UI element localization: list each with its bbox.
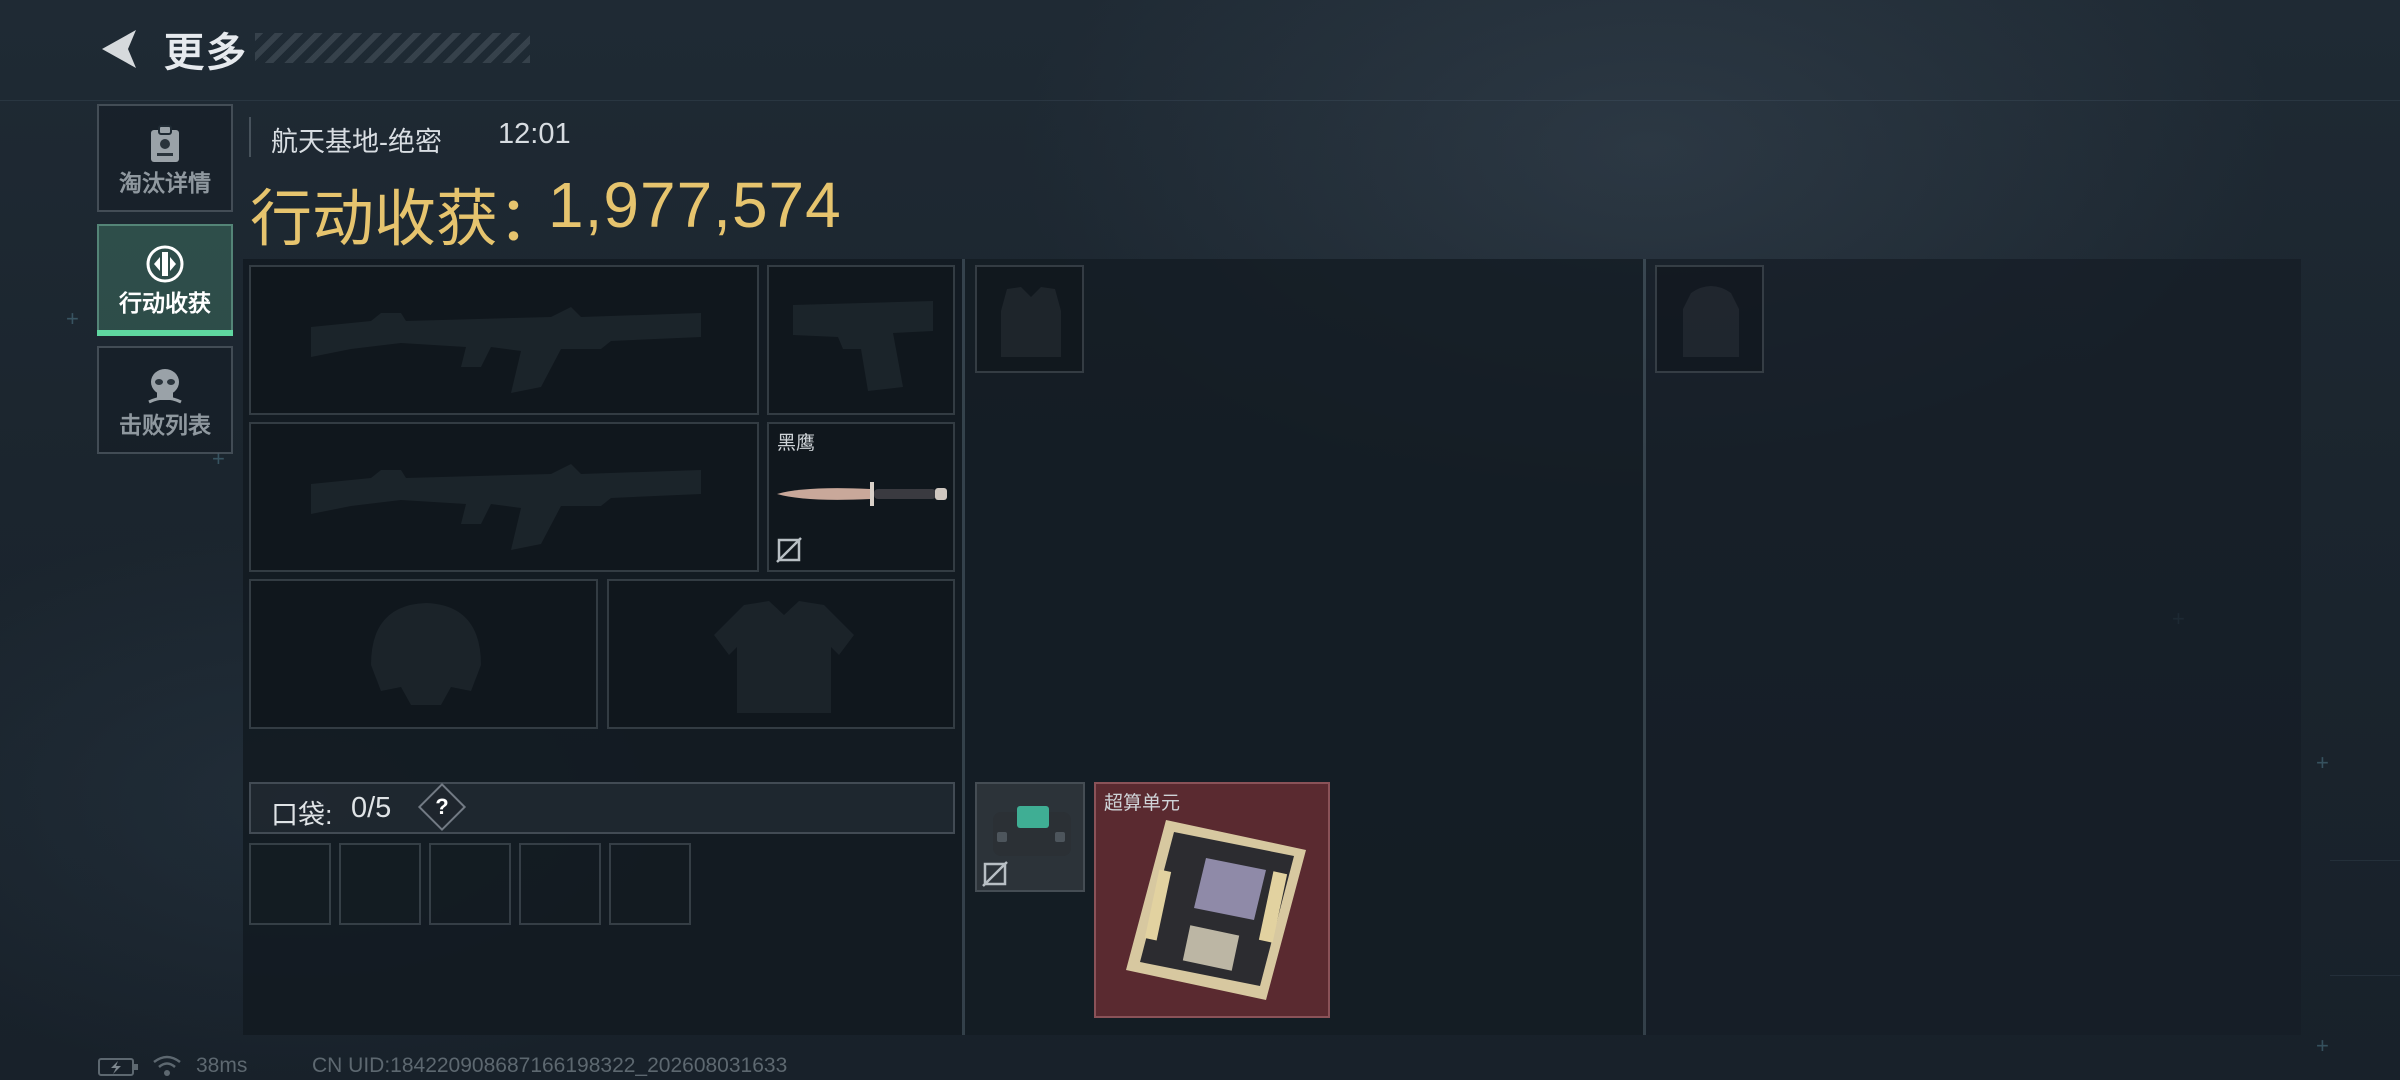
help-icon: ?	[435, 794, 449, 819]
tab-label: 淘汰详情	[119, 170, 211, 196]
melee-slot[interactable]: 黑鹰	[767, 422, 955, 572]
active-tab-indicator	[97, 330, 233, 336]
circuit-board-icon	[1126, 820, 1306, 1000]
player-uid: CN UID:18422090868716619832​2_2026080316…	[312, 1054, 788, 1077]
decor-cross-icon: +	[2316, 1033, 2329, 1058]
pocket-slot[interactable]	[609, 843, 691, 925]
pocket-slot[interactable]	[249, 843, 331, 925]
match-time: 12:01	[498, 118, 571, 150]
knife-icon	[777, 482, 947, 506]
melee-name: 黑鹰	[777, 433, 816, 454]
divider	[249, 117, 251, 157]
decor-cross-icon: +	[66, 306, 79, 331]
tab-operation-haul[interactable]: 行动收获	[97, 224, 233, 336]
skull-icon	[148, 369, 182, 404]
tab-defeat-list[interactable]: 击败列表	[97, 346, 233, 454]
primary-weapon-slot[interactable]	[249, 265, 759, 415]
tab-label: 行动收获	[119, 290, 211, 316]
decor-line	[2330, 860, 2400, 861]
sidearm-slot[interactable]	[767, 265, 955, 415]
header-decoration	[255, 33, 530, 63]
map-name: 航天基地-绝密	[271, 127, 442, 157]
pocket-slot[interactable]	[429, 843, 511, 925]
tech-box-icon	[993, 806, 1071, 856]
decor-line	[0, 100, 2400, 101]
rifle-silhouette-icon	[311, 464, 701, 550]
pocket-label: 口袋:	[271, 800, 333, 830]
backpack-slot[interactable]	[1655, 265, 1764, 373]
not-insured-icon	[982, 861, 1008, 887]
tab-elimination-details[interactable]: 淘汰详情	[97, 104, 233, 212]
armor-silhouette-icon	[714, 601, 854, 713]
battery-icon	[98, 1058, 138, 1076]
backpack-panel	[1646, 259, 2301, 1035]
pistol-silhouette-icon	[793, 301, 933, 391]
loot-item-slot[interactable]	[975, 782, 1085, 892]
helmet-slot[interactable]	[249, 579, 598, 729]
helmet-silhouette-icon	[371, 603, 481, 705]
loot-emblem-icon	[146, 245, 184, 283]
pocket-help-button[interactable]: ?	[417, 782, 467, 832]
page-title: 更多	[164, 31, 248, 75]
pocket-bar: 口袋: 0/5 ?	[249, 782, 955, 834]
tab-label: 击败列表	[119, 412, 211, 438]
backpack-silhouette-icon	[1683, 286, 1739, 357]
pocket-count: 0/5	[351, 792, 392, 824]
latency: 38ms	[196, 1054, 248, 1077]
not-insured-icon	[776, 537, 802, 563]
wifi-icon	[153, 1055, 181, 1076]
decor-cross-icon: +	[2316, 750, 2329, 775]
back-button[interactable]	[96, 26, 140, 72]
rifle-silhouette-icon	[311, 307, 701, 393]
haul-value: 1,977,574	[548, 169, 842, 241]
decor-line	[2330, 975, 2400, 976]
secondary-weapon-slot[interactable]	[249, 422, 759, 572]
haul-label: 行动收获：	[250, 185, 561, 254]
body-armor-slot[interactable]	[607, 579, 955, 729]
back-arrow-icon	[102, 30, 136, 68]
supercomputing-unit-slot[interactable]: 超算单元	[1094, 782, 1330, 1018]
chest-rig-slot[interactable]	[975, 265, 1084, 373]
clipboard-icon	[151, 125, 179, 162]
chest-rig-silhouette-icon	[1001, 287, 1061, 357]
pocket-slot[interactable]	[339, 843, 421, 925]
pocket-slot[interactable]	[519, 843, 601, 925]
